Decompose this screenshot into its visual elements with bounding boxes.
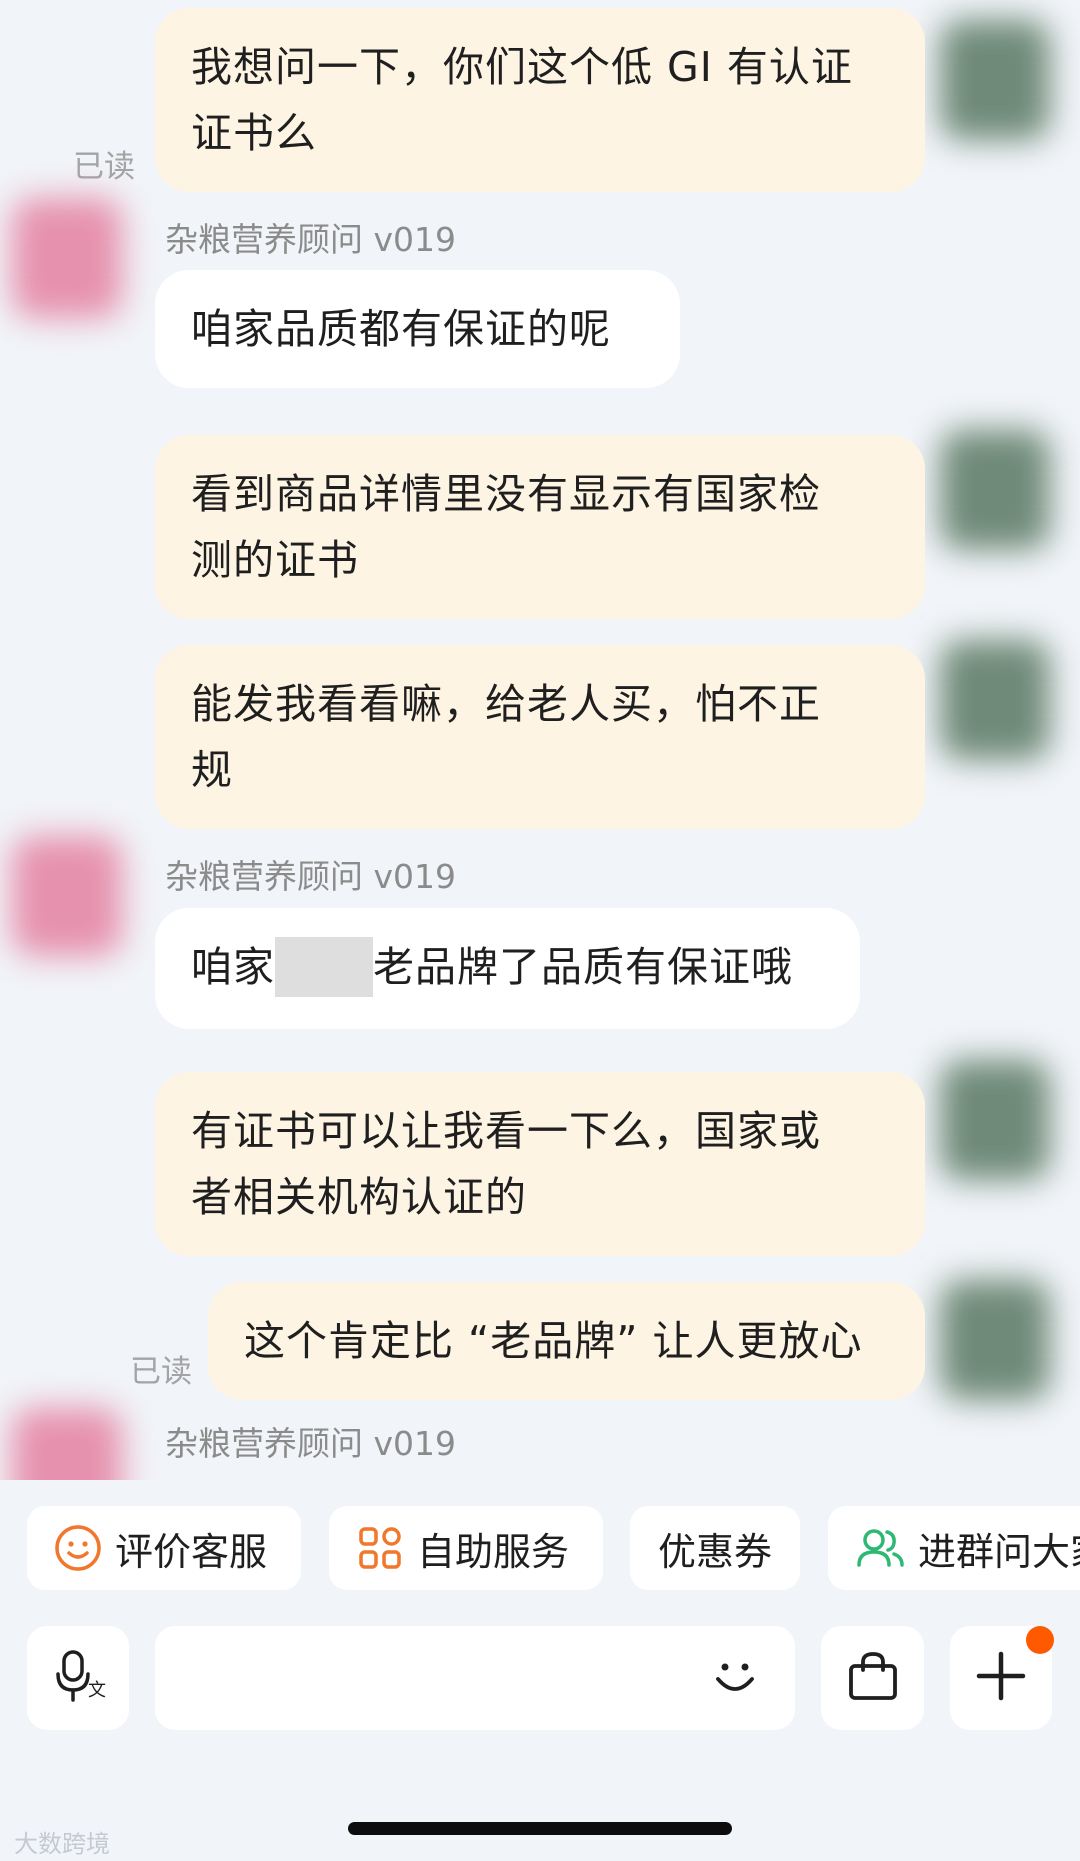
my-avatar	[940, 1280, 1050, 1400]
svg-text:文: 文	[88, 1680, 106, 1701]
chat-area[interactable]: 我想问一下，你们这个低 GI 有认证 证书么 已读 杂粮营养顾问 v019 咱家…	[0, 0, 1080, 1480]
my-message-bubble[interactable]: 我想问一下，你们这个低 GI 有认证 证书么	[155, 8, 925, 192]
message-line: 测的证书	[191, 536, 359, 584]
agent-avatar	[12, 1408, 122, 1480]
message-text: 这个肯定比 “老品牌” 让人更放心	[244, 1317, 863, 1365]
quick-actions-row: 评价客服 自助服务 优惠券 进群问大家	[0, 1506, 1080, 1592]
chip-label: 评价客服	[115, 1529, 268, 1574]
my-avatar	[940, 20, 1050, 140]
shopping-bag-icon	[843, 1646, 903, 1710]
my-message-bubble[interactable]: 能发我看看嘛，给老人买，怕不正 规	[155, 645, 925, 829]
shopping-bag-button[interactable]	[821, 1626, 924, 1730]
sender-name: 杂粮营养顾问 v019	[165, 857, 457, 896]
message-line: 规	[191, 746, 233, 794]
my-message-bubble[interactable]: 有证书可以让我看一下么，国家或 者相关机构认证的	[155, 1072, 925, 1256]
smiley-icon	[53, 1523, 103, 1573]
self-service-button[interactable]: 自助服务	[329, 1506, 603, 1590]
chip-label: 自助服务	[417, 1529, 570, 1574]
plus-icon	[973, 1648, 1029, 1708]
my-message-bubble[interactable]: 这个肯定比 “老品牌” 让人更放心	[208, 1282, 925, 1400]
message-line: 者相关机构认证的	[191, 1173, 527, 1221]
mic-translate-icon: 文	[48, 1646, 108, 1710]
my-avatar	[940, 1060, 1050, 1180]
coupon-button[interactable]: 优惠券	[630, 1506, 800, 1590]
my-message-bubble[interactable]: 看到商品详情里没有显示有国家检 测的证书	[155, 435, 925, 619]
message-line: 有证书可以让我看一下么，国家或	[191, 1107, 821, 1155]
redacted-block	[275, 937, 373, 997]
message-line: 看到商品详情里没有显示有国家检	[191, 470, 821, 518]
my-avatar	[940, 430, 1050, 550]
read-status: 已读	[73, 149, 135, 185]
sender-name: 杂粮营养顾问 v019	[165, 220, 457, 259]
sender-name: 杂粮营养顾问 v019	[165, 1424, 457, 1463]
message-text: 老品牌了品质有保证哦	[373, 943, 793, 991]
read-status: 已读	[130, 1354, 192, 1390]
agent-avatar	[12, 836, 122, 956]
home-indicator[interactable]	[348, 1822, 732, 1835]
emoji-icon	[704, 1645, 766, 1711]
message-line: 能发我看看嘛，给老人买，怕不正	[191, 680, 821, 728]
agent-message-bubble[interactable]: 咱家品质都有保证的呢	[155, 270, 680, 388]
watermark: 大数跨境	[14, 1830, 110, 1858]
grid-icon	[355, 1523, 405, 1573]
message-text: 咱家	[191, 943, 275, 991]
chip-label: 进群问大家	[918, 1529, 1080, 1574]
group-icon	[854, 1523, 906, 1573]
emoji-button[interactable]	[690, 1626, 780, 1730]
rate-service-button[interactable]: 评价客服	[27, 1506, 301, 1590]
agent-message-bubble[interactable]: 咱家 老品牌了品质有保证哦	[155, 908, 860, 1029]
agent-avatar	[12, 198, 122, 318]
my-avatar	[940, 640, 1050, 760]
message-text: 咱家品质都有保证的呢	[191, 305, 611, 353]
chip-label: 优惠券	[657, 1529, 772, 1574]
voice-button[interactable]: 文	[27, 1626, 129, 1730]
message-line: 我想问一下，你们这个低 GI 有认证	[191, 43, 853, 91]
join-group-button[interactable]: 进群问大家	[828, 1506, 1080, 1590]
message-line: 证书么	[191, 109, 317, 157]
notification-dot	[1026, 1626, 1054, 1654]
